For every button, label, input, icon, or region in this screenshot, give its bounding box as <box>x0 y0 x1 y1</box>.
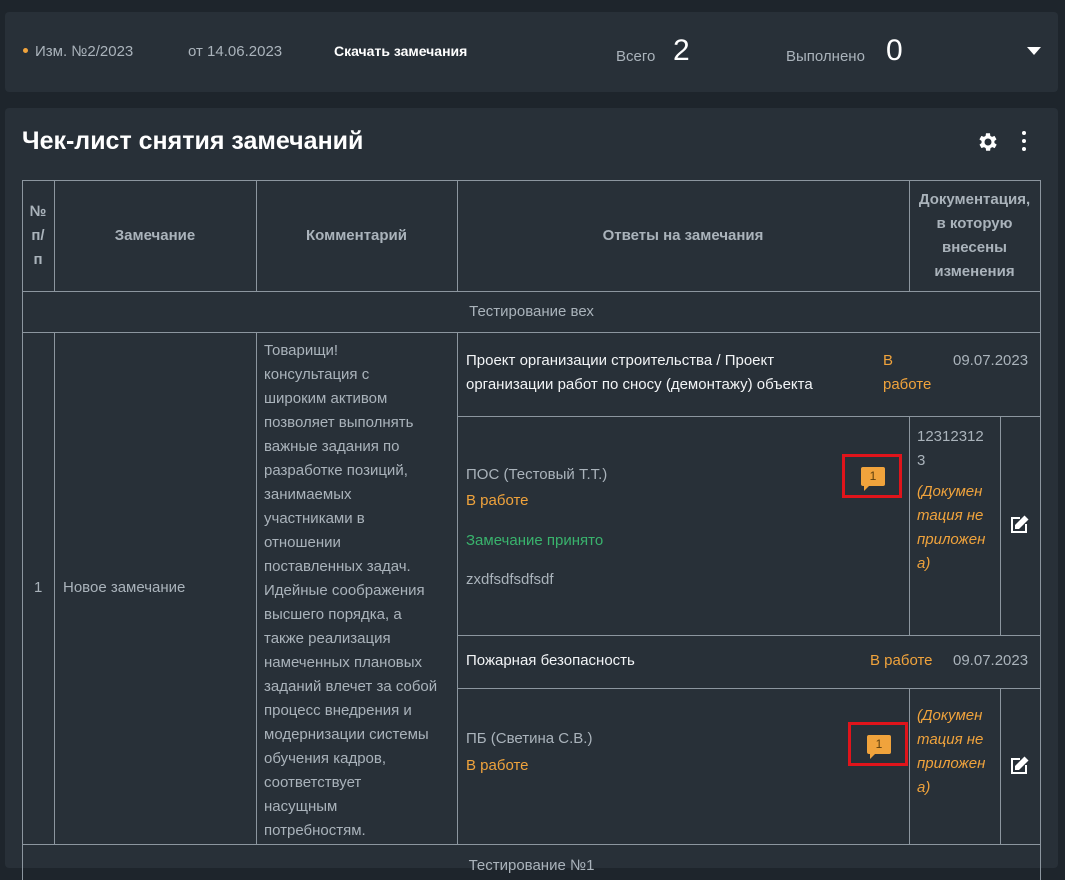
gear-icon[interactable] <box>976 130 1000 154</box>
comment-line: также реализация <box>264 630 391 647</box>
edit-icon[interactable] <box>1009 754 1031 776</box>
section-date: 09.07.2023 <box>953 652 1029 669</box>
comment-text: Товарищи! консультация с широким активом по… <box>264 339 454 843</box>
total-value: 2 <box>673 34 690 67</box>
expand-chevron-icon[interactable] <box>1027 47 1041 55</box>
done-label: Выполнено <box>786 48 865 65</box>
comment-line: важные задания по <box>264 438 400 455</box>
answer-status: В работе <box>466 757 529 774</box>
comment-icon: 1 <box>867 735 891 759</box>
remark-text: Новое замечание <box>63 579 186 596</box>
comment-line: разработке позиций, <box>264 462 408 479</box>
answer-author: ПОС (Тестовый Т.Т.) <box>466 466 608 483</box>
comment-line: обучения кадров, <box>264 750 387 767</box>
comment-line: высшего порядка, а <box>264 606 402 623</box>
more-vertical-icon[interactable] <box>1021 131 1027 155</box>
answer-text: zxdfsdfsdfsdf <box>466 571 554 588</box>
comment-line: Идейные соображения <box>264 582 425 599</box>
section-title: Пожарная безопасность <box>466 652 635 669</box>
comment-line: занимаемых <box>264 486 352 503</box>
done-value: 0 <box>886 34 903 67</box>
checklist-table: № п/п Замечание Комментарий Ответы на зам… <box>22 180 1041 880</box>
comment-line: позволяет выполнять <box>264 414 414 431</box>
header-comment: Комментарий <box>305 227 407 244</box>
header-number: № п/п <box>29 203 47 268</box>
comments-button[interactable]: 1 <box>842 454 902 498</box>
section-status: В работе <box>870 652 933 669</box>
header-remark: Замечание <box>114 227 196 244</box>
checklist-panel: Чек-лист снятия замечаний № п/п Замечание… <box>5 108 1058 880</box>
comment-line: консультация с <box>264 366 370 383</box>
comment-line: соответствует <box>264 774 362 791</box>
revision-header: Изм. №2/2023 от 14.06.2023 Скачать замеч… <box>5 12 1058 92</box>
status-dot-icon <box>23 48 28 53</box>
comment-line: широким активом <box>264 390 388 407</box>
comment-line: заданий влечет за собой <box>264 678 438 695</box>
total-label: Всего <box>616 48 656 65</box>
answer-accepted: Замечание принято <box>466 532 604 549</box>
comments-button[interactable]: 1 <box>848 722 908 766</box>
comment-line: модернизации системы <box>264 726 429 743</box>
section-date: 09.07.2023 <box>953 352 1029 369</box>
revision-number: Изм. №2/2023 <box>35 43 134 60</box>
comment-line: потребностям. <box>264 822 366 839</box>
comment-line: Товарищи! <box>264 342 339 359</box>
doc-missing: (Докумен тация не приложен а) <box>917 483 986 572</box>
comment-line: поставленных задач. <box>264 558 411 575</box>
comment-line: процесс внедрения и <box>264 702 412 719</box>
header-answers: Ответы на замечания <box>602 227 764 244</box>
section-title: Проект организации строительства / Проек… <box>466 352 813 393</box>
download-remarks-link[interactable]: Скачать замечания <box>334 43 467 59</box>
comment-line: намеченных плановых <box>264 654 423 671</box>
row-number: 1 <box>34 579 43 596</box>
edit-icon[interactable] <box>1009 513 1031 535</box>
answer-author: ПБ (Светина С.В.) <box>466 730 593 747</box>
comment-line: насущным <box>264 798 338 815</box>
page-title: Чек-лист снятия замечаний <box>22 127 364 155</box>
doc-number: 12312312 3 <box>917 428 984 469</box>
revision-date: от 14.06.2023 <box>188 43 283 60</box>
header-docs: Документация, в которую внесены изменения <box>918 191 1031 280</box>
comment-line: участниками в <box>264 510 365 527</box>
answer-status: В работе <box>466 492 529 509</box>
group-row-title: Тестирование №1 <box>468 857 595 874</box>
comment-icon: 1 <box>861 467 885 491</box>
section-status: Вработе <box>883 352 932 393</box>
doc-missing: (Докумен тация не приложен а) <box>917 707 986 796</box>
group-row-title: Тестирование вех <box>469 303 594 320</box>
comment-line: отношении <box>264 534 341 551</box>
